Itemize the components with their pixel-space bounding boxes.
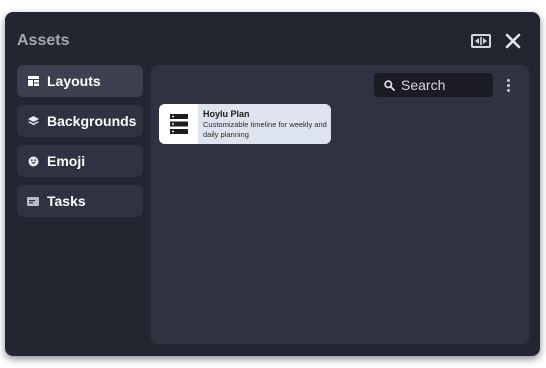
assets-dialog: Assets Layouts Backgrounds Emoji Tasks S… [5, 12, 540, 356]
sidebar-item-backgrounds[interactable]: Backgrounds [17, 105, 143, 137]
dialog-title: Assets [17, 32, 70, 49]
sidebar-item-label: Layouts [47, 73, 101, 89]
timeline-plan-icon [169, 114, 188, 134]
fit-width-button[interactable] [470, 30, 492, 52]
sidebar-item-label: Backgrounds [47, 113, 137, 129]
emoji-icon [27, 155, 39, 167]
more-options-button[interactable] [501, 75, 515, 95]
search-box[interactable] [374, 73, 493, 97]
layout-icon [27, 75, 39, 87]
close-button[interactable] [502, 30, 524, 52]
sidebar-item-layouts[interactable]: Layouts [17, 65, 143, 97]
layers-icon [27, 115, 39, 127]
sidebar-item-emoji[interactable]: Emoji [17, 145, 143, 177]
fit-width-icon [471, 34, 491, 48]
layout-card-hoylu-plan[interactable]: Hoylu Plan Customizable timeline for wee… [159, 104, 331, 144]
search-icon [384, 79, 395, 91]
sidebar-item-label: Tasks [47, 193, 86, 209]
sidebar-item-label: Emoji [47, 153, 86, 169]
assets-panel: Hoylu Plan Customizable timeline for wee… [151, 65, 529, 344]
search-input[interactable] [401, 77, 489, 93]
card-title: Hoylu Plan [203, 109, 250, 119]
close-icon [505, 33, 521, 49]
card-thumbnail [159, 104, 198, 144]
card-description: Customizable timeline for weekly and dai… [203, 120, 327, 139]
card-icon [27, 195, 39, 207]
sidebar-item-tasks[interactable]: Tasks [17, 185, 143, 217]
more-vertical-icon [506, 78, 510, 82]
